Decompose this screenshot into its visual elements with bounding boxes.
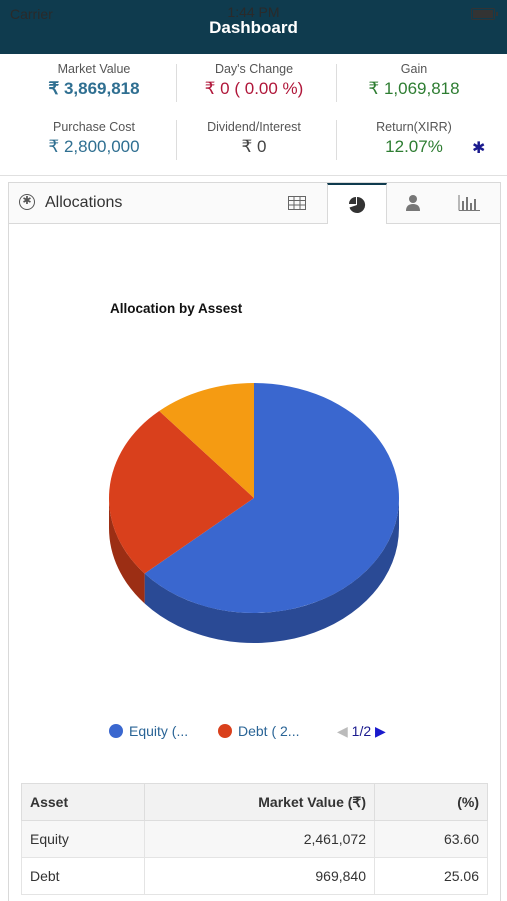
- dividend-value: ₹ 0: [241, 137, 267, 156]
- table-header-asset: Asset: [21, 783, 145, 821]
- legend-label: Equity (...: [129, 723, 189, 739]
- page-title: Dashboard: [209, 18, 298, 37]
- allocations-panel: ✱ Allocations Allocation by Assest Equit…: [8, 182, 501, 901]
- legend-pager: ◀ 1/2 ▶: [337, 723, 386, 740]
- table-cell: 25.06: [374, 857, 488, 895]
- table-cell: Equity: [21, 820, 145, 858]
- market-value-value: ₹ 3,869,818: [48, 79, 140, 98]
- bar-chart-icon: [458, 195, 480, 211]
- dividend-cell: Dividend/Interest ₹ 0: [170, 120, 338, 157]
- table-cell: Debt: [21, 857, 145, 895]
- table-icon: [288, 196, 306, 210]
- purchase-cost-cell: Purchase Cost ₹ 2,800,000: [10, 120, 178, 157]
- divider: [336, 64, 337, 102]
- pie-chart-icon: [349, 196, 366, 213]
- days-change-value: ₹ 0 ( 0.00 %): [204, 79, 304, 98]
- gain-label: Gain: [400, 62, 428, 76]
- legend-item-equity[interactable]: Equity (...: [109, 723, 188, 739]
- return-info-icon[interactable]: ✱: [472, 138, 485, 158]
- tab-pie-chart[interactable]: [327, 183, 387, 224]
- allocations-icon: ✱: [19, 194, 35, 210]
- person-icon: [406, 195, 420, 211]
- allocation-table: Asset Market Value (₹) (%) Equity 2,461,…: [21, 783, 488, 895]
- summary-panel: Market Value ₹ 3,869,818 Day's Change ₹ …: [0, 54, 507, 176]
- divider: [176, 120, 177, 160]
- tab-table[interactable]: [267, 183, 327, 223]
- gain-cell: Gain ₹ 1,069,818: [330, 62, 498, 99]
- purchase-cost-value: ₹ 2,800,000: [48, 137, 140, 156]
- dividend-label: Dividend/Interest: [207, 120, 301, 134]
- table-row[interactable]: Debt 969,840 25.06: [21, 857, 488, 895]
- chart-title: Allocation by Assest: [110, 301, 243, 316]
- table-cell: 969,840: [144, 857, 375, 895]
- days-change-label: Day's Change: [214, 62, 294, 76]
- table-header-market-value: Market Value (₹): [144, 783, 375, 821]
- tab-bar-chart[interactable]: [439, 183, 499, 223]
- divider: [336, 120, 337, 160]
- tab-person[interactable]: [383, 183, 443, 223]
- table-cell: 63.60: [374, 820, 488, 858]
- market-value-label: Market Value: [57, 62, 131, 76]
- legend-label: Debt ( 2...: [238, 723, 300, 739]
- market-value-cell: Market Value ₹ 3,869,818: [10, 62, 178, 99]
- legend-dot-icon: [218, 724, 232, 738]
- divider: [0, 175, 507, 176]
- table-row[interactable]: Equity 2,461,072 63.60: [21, 820, 488, 858]
- allocations-title: Allocations: [45, 194, 123, 211]
- pager-text: 1/2: [351, 723, 372, 739]
- pie-chart: [109, 383, 399, 643]
- app-header: Carrier 1:44 PM Dashboard: [0, 0, 507, 54]
- pager-next-icon[interactable]: ▶: [375, 723, 386, 739]
- days-change-cell: Day's Change ₹ 0 ( 0.00 %): [170, 62, 338, 99]
- divider: [176, 64, 177, 102]
- purchase-cost-label: Purchase Cost: [53, 120, 135, 134]
- pager-prev-icon[interactable]: ◀: [337, 723, 348, 739]
- gain-value: ₹ 1,069,818: [368, 79, 460, 98]
- legend-dot-icon: [109, 724, 123, 738]
- panel-header: ✱ Allocations: [9, 183, 500, 224]
- legend-item-debt[interactable]: Debt ( 2...: [218, 723, 299, 739]
- return-label: Return(XIRR): [376, 120, 452, 134]
- table-cell: 2,461,072: [144, 820, 375, 858]
- table-header-percent: (%): [374, 783, 488, 821]
